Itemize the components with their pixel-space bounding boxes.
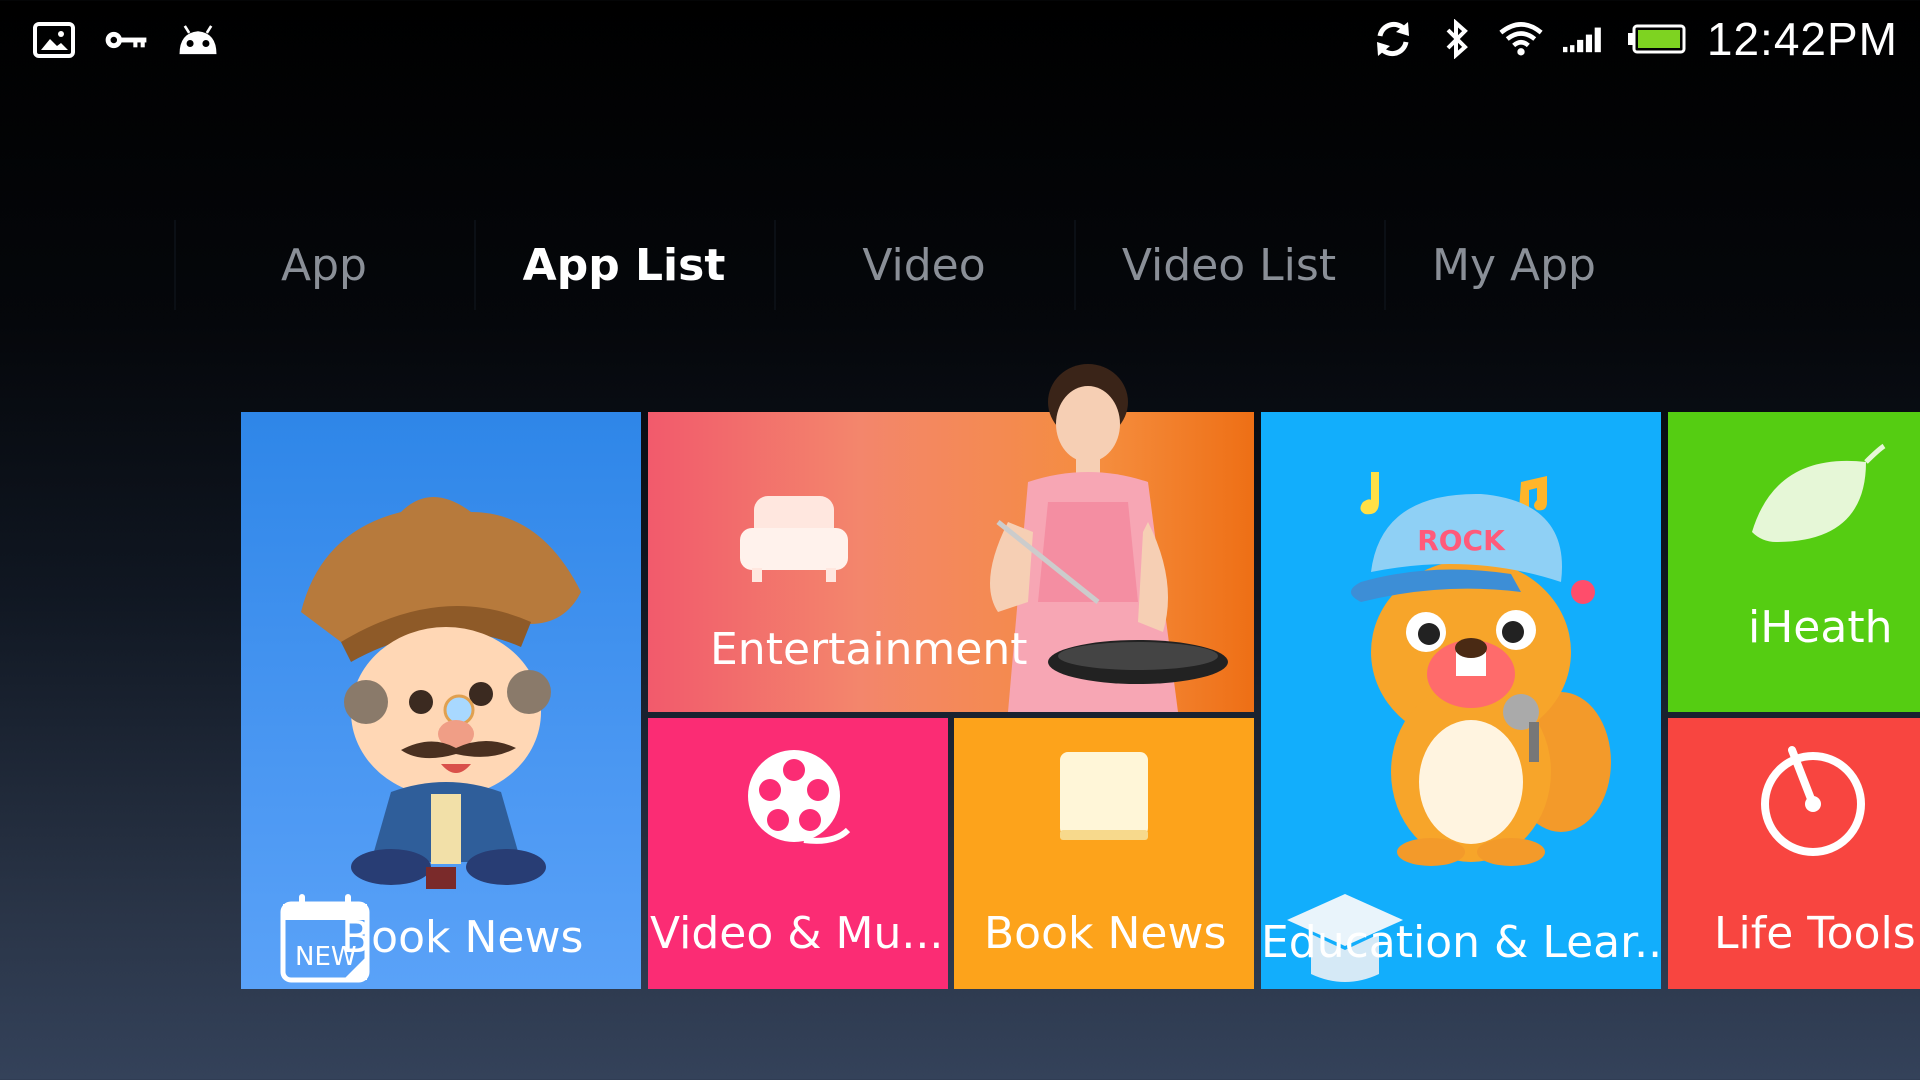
- tile-entertainment[interactable]: Entertainment: [648, 364, 1254, 712]
- tile-iheath[interactable]: iHeath: [1668, 412, 1920, 712]
- wifi-icon: [1499, 17, 1543, 61]
- book-icon: [1060, 752, 1148, 840]
- tile-life-tools[interactable]: Life Tools: [1668, 718, 1920, 989]
- status-bar: 12:42PM: [0, 0, 1920, 80]
- signal-icon: [1562, 17, 1607, 61]
- gallery-icon: [32, 18, 76, 62]
- tab-app-list[interactable]: App List: [474, 210, 774, 320]
- tile-book-news-2[interactable]: Book News: [954, 718, 1254, 989]
- tile-book-news-2-label: Book News: [984, 908, 1227, 959]
- tile-video-music[interactable]: Video & Mu...: [648, 718, 948, 989]
- clock: 12:42PM: [1706, 13, 1898, 65]
- tile-iheath-label: iHeath: [1748, 602, 1893, 653]
- timer-icon: [1761, 746, 1865, 856]
- tab-bar: App App List Video Video List My App: [174, 210, 1644, 320]
- tile-book-news-label: Book News: [341, 912, 584, 963]
- key-icon: [104, 18, 148, 62]
- tile-video-music-label: Video & Mu...: [650, 908, 944, 959]
- tab-my-app[interactable]: My App: [1384, 210, 1644, 320]
- tile-life-tools-label: Life Tools: [1714, 908, 1916, 959]
- tile-education[interactable]: ROCK Education & Lear...: [1261, 412, 1661, 989]
- cap-text: ROCK: [1417, 524, 1506, 557]
- film-reel-icon: [748, 750, 851, 844]
- tab-app[interactable]: App: [174, 210, 474, 320]
- tile-book-news[interactable]: NEW Book News: [241, 412, 641, 989]
- android-icon: [176, 18, 220, 62]
- storyteller-illustration: [301, 497, 581, 889]
- rock-beaver-illustration: ROCK: [1351, 472, 1611, 866]
- leaf-icon: [1752, 443, 1886, 542]
- tab-video[interactable]: Video: [774, 210, 1074, 320]
- tile-entertainment-label: Entertainment: [710, 624, 1028, 675]
- tab-video-list[interactable]: Video List: [1074, 210, 1384, 320]
- bluetooth-icon: [1435, 17, 1479, 61]
- sofa-icon: [740, 496, 848, 582]
- tile-education-label: Education & Lear...: [1261, 917, 1661, 968]
- sync-icon: [1371, 17, 1415, 61]
- battery-icon: [1627, 17, 1687, 61]
